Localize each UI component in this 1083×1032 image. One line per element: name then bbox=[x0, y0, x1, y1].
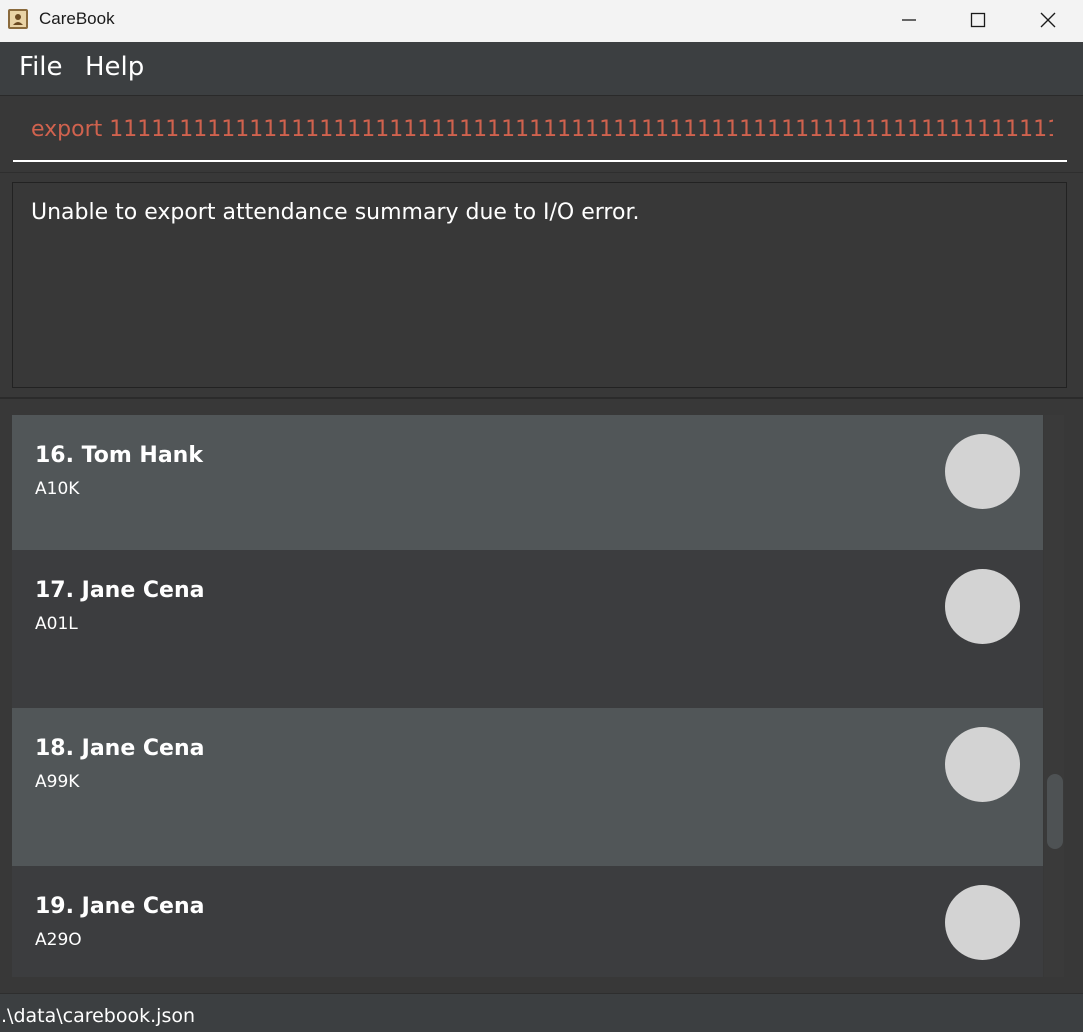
person-list[interactable]: 16. Tom Hank A10K 17. Jane Cena A01L 18.… bbox=[12, 415, 1043, 977]
command-input-text: export 111111111111111111111111111111111… bbox=[31, 117, 1053, 142]
person-card[interactable]: 17. Jane Cena A01L bbox=[12, 550, 1043, 708]
person-id: A29O bbox=[35, 930, 82, 950]
maximize-icon bbox=[970, 12, 986, 28]
menu-help[interactable]: Help bbox=[85, 52, 144, 82]
person-name: 18. Jane Cena bbox=[35, 736, 205, 761]
close-button[interactable] bbox=[1013, 0, 1083, 40]
person-name: 17. Jane Cena bbox=[35, 578, 205, 603]
minimize-icon bbox=[902, 19, 916, 21]
minimize-button[interactable] bbox=[874, 0, 944, 40]
person-card[interactable]: 18. Jane Cena A99K bbox=[12, 708, 1043, 866]
menu-file[interactable]: File bbox=[19, 52, 63, 82]
result-display[interactable]: Unable to export attendance summary due … bbox=[12, 182, 1067, 388]
result-display-container: Unable to export attendance summary due … bbox=[0, 172, 1083, 397]
attendance-circle bbox=[945, 569, 1020, 644]
person-name: 19. Jane Cena bbox=[35, 894, 205, 919]
scrollbar-thumb[interactable] bbox=[1047, 774, 1063, 849]
attendance-circle bbox=[945, 885, 1020, 960]
scrollbar-track[interactable] bbox=[1044, 415, 1064, 977]
person-id: A10K bbox=[35, 479, 80, 499]
window-title: CareBook bbox=[39, 9, 115, 28]
menu-bar: File Help bbox=[0, 42, 1083, 95]
attendance-circle bbox=[945, 434, 1020, 509]
title-bar: CareBook bbox=[0, 0, 1083, 42]
command-box: export 111111111111111111111111111111111… bbox=[0, 95, 1083, 172]
status-bar: .\data\carebook.json bbox=[0, 993, 1083, 1032]
save-location: .\data\carebook.json bbox=[1, 1005, 196, 1027]
person-id: A99K bbox=[35, 772, 80, 792]
result-message: Unable to export attendance summary due … bbox=[31, 200, 640, 225]
close-icon bbox=[1040, 12, 1056, 28]
person-name: 16. Tom Hank bbox=[35, 443, 203, 468]
person-id: A01L bbox=[35, 614, 78, 634]
app-icon bbox=[8, 9, 28, 29]
maximize-button[interactable] bbox=[943, 0, 1013, 40]
person-list-panel: 16. Tom Hank A10K 17. Jane Cena A01L 18.… bbox=[0, 397, 1083, 993]
attendance-circle bbox=[945, 727, 1020, 802]
person-card[interactable]: 19. Jane Cena A29O bbox=[12, 866, 1043, 977]
